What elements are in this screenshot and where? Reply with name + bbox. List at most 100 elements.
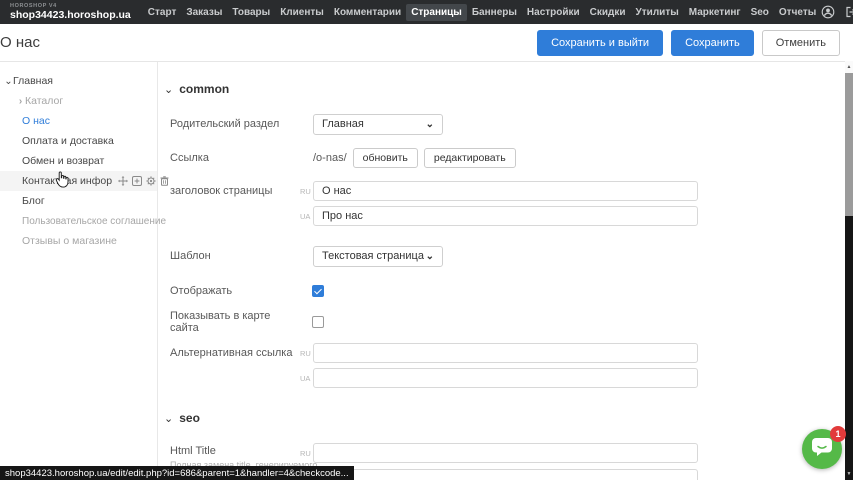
section-title: seo [179, 411, 200, 425]
alt-link-ru-input[interactable] [313, 343, 698, 363]
menu-item-seo[interactable]: Seo [746, 4, 774, 21]
link-update-button[interactable]: обновить [353, 148, 418, 168]
link-path-value: /o-nas/ [313, 152, 347, 164]
page-edit-form: ⌄ common Родительский раздел Главная ⌄ С… [158, 61, 845, 480]
sidebar-item-catalog[interactable]: › Каталог [0, 91, 157, 111]
sidebar-item-exchange-return[interactable]: Обмен и возврат [0, 151, 157, 171]
sidebar-item-user-agreement[interactable]: Пользовательское соглашение [0, 211, 157, 231]
parent-section-label: Родительский раздел [170, 118, 300, 130]
sidebar-item-label: Контактная инфор [22, 175, 112, 187]
menu-item-marketing[interactable]: Маркетинг [684, 4, 746, 21]
field-row-alt-link-ru: Альтернативная ссылка RU [170, 342, 698, 364]
add-subpage-icon[interactable] [132, 176, 142, 186]
section-common-header[interactable]: ⌄ common [164, 82, 229, 96]
sidebar-item-label: О нас [22, 115, 50, 127]
field-row-link: Ссылка /o-nas/ обновить редактировать [170, 147, 516, 169]
chevron-down-icon[interactable]: ⌄ [164, 412, 173, 425]
admin-screen: HOROSHOP V4 shop34423.horoshop.ua Старт … [0, 0, 853, 480]
sidebar-item-label: Главная [13, 75, 53, 87]
html-title-ru-input[interactable] [313, 443, 698, 463]
lang-tag-ua: UA [300, 374, 313, 383]
menu-item-clients[interactable]: Клиенты [275, 4, 329, 21]
field-row-template: Шаблон Текстовая страница ⌄ [170, 245, 443, 267]
chevron-down-icon[interactable]: ⌄ [164, 83, 173, 96]
alt-link-ua-input[interactable] [313, 368, 698, 388]
sidebar-item-label: Каталог [25, 95, 63, 107]
link-status-bar: shop34423.horoshop.ua/edit/edit.php?id=6… [0, 466, 354, 480]
chevron-right-icon[interactable]: › [16, 96, 25, 107]
template-select[interactable]: Текстовая страница ⌄ [313, 246, 443, 267]
chat-unread-badge[interactable]: 1 [830, 426, 846, 442]
menu-item-reports[interactable]: Отчеты [774, 4, 821, 21]
field-row-html-title-ru: Html Title Полная замена title, генериру… [170, 442, 698, 464]
link-edit-button[interactable]: редактировать [424, 148, 516, 168]
template-value: Текстовая страница [322, 250, 424, 262]
field-row-sitemap: Показывать в карте сайта [170, 311, 324, 333]
main-menu: Старт Заказы Товары Клиенты Комментарии … [143, 4, 821, 21]
menu-item-orders[interactable]: Заказы [181, 4, 227, 21]
page-title-label: заголовок страницы [170, 185, 300, 197]
sidebar-item-label: Обмен и возврат [22, 155, 104, 167]
sidebar-item-label: Оплата и доставка [22, 135, 114, 147]
section-seo-header[interactable]: ⌄ seo [164, 411, 200, 425]
html-title-ua-input[interactable] [313, 469, 698, 480]
sidebar-item-about[interactable]: О нас [0, 111, 157, 131]
save-and-exit-button[interactable]: Сохранить и выйти [537, 30, 663, 56]
scroll-down-button[interactable]: ▼ [845, 468, 853, 480]
page-title-ru-input[interactable] [313, 181, 698, 201]
menu-item-products[interactable]: Товары [227, 4, 275, 21]
chevron-down-icon: ⌄ [426, 119, 434, 130]
menu-item-pages[interactable]: Страницы [406, 4, 467, 21]
menu-item-utilities[interactable]: Утилиты [631, 4, 684, 21]
topbar: HOROSHOP V4 shop34423.horoshop.ua Старт … [0, 0, 853, 24]
sitemap-checkbox[interactable] [312, 316, 324, 328]
scroll-up-button[interactable]: ▲ [845, 61, 853, 73]
brand-logo[interactable]: HOROSHOP V4 shop34423.horoshop.ua [10, 4, 131, 21]
display-checkbox[interactable] [312, 285, 324, 297]
menu-item-discounts[interactable]: Скидки [585, 4, 631, 21]
move-icon[interactable] [118, 176, 128, 186]
field-row-alt-link-ua: UA [170, 367, 698, 389]
brand-domain-label: shop34423.horoshop.ua [10, 10, 131, 21]
logout-icon[interactable] [844, 5, 853, 19]
lang-tag-ua: UA [300, 212, 313, 221]
menu-item-settings[interactable]: Настройки [522, 4, 585, 21]
sidebar-item-label: Пользовательское соглашение [22, 216, 166, 227]
settings-gear-icon[interactable] [146, 176, 156, 186]
template-label: Шаблон [170, 250, 300, 262]
alt-link-label: Альтернативная ссылка [170, 347, 300, 359]
menu-item-banners[interactable]: Баннеры [467, 4, 522, 21]
field-row-display: Отображать [170, 280, 324, 302]
field-row-page-title-ua: UA [170, 205, 698, 227]
sidebar-item-store-reviews[interactable]: Отзывы о магазине [0, 231, 157, 251]
chevron-down-icon: ⌄ [426, 251, 434, 262]
account-icon[interactable] [821, 5, 835, 19]
sidebar-item-home[interactable]: ⌄ Главная [0, 71, 157, 91]
save-button[interactable]: Сохранить [671, 30, 754, 56]
chevron-down-icon[interactable]: ⌄ [4, 76, 13, 87]
scrollbar-thumb[interactable] [845, 73, 853, 216]
page-scrollbar[interactable]: ▲ ▼ [845, 61, 853, 480]
cancel-button[interactable]: Отменить [762, 30, 840, 56]
page-header: О нас Сохранить и выйти Сохранить Отмени… [0, 24, 853, 62]
page-title-ua-input[interactable] [313, 206, 698, 226]
pages-tree-sidebar: ⌄ Главная › Каталог О нас Оплата и доста… [0, 61, 158, 480]
menu-item-start[interactable]: Старт [143, 4, 182, 21]
sidebar-item-contact-info[interactable]: Контактная инфор [0, 171, 157, 191]
page-title: О нас [0, 34, 40, 51]
sitemap-label: Показывать в карте сайта [170, 310, 300, 334]
header-buttons: Сохранить и выйти Сохранить Отменить [537, 30, 840, 56]
menu-item-comments[interactable]: Комментарии [329, 4, 406, 21]
link-label: Ссылка [170, 152, 300, 164]
sidebar-item-blog[interactable]: Блог [0, 191, 157, 211]
parent-section-value: Главная [322, 118, 364, 130]
lang-tag-ru: RU [300, 449, 313, 458]
html-title-label-text: Html Title [170, 445, 216, 457]
tree-row-actions [118, 176, 169, 186]
delete-trash-icon[interactable] [160, 176, 169, 186]
parent-section-select[interactable]: Главная ⌄ [313, 114, 443, 135]
sidebar-item-payment-delivery[interactable]: Оплата и доставка [0, 131, 157, 151]
field-row-page-title-ru: заголовок страницы RU [170, 180, 698, 202]
sidebar-item-label: Отзывы о магазине [22, 235, 117, 247]
sidebar-item-label: Блог [22, 195, 45, 207]
